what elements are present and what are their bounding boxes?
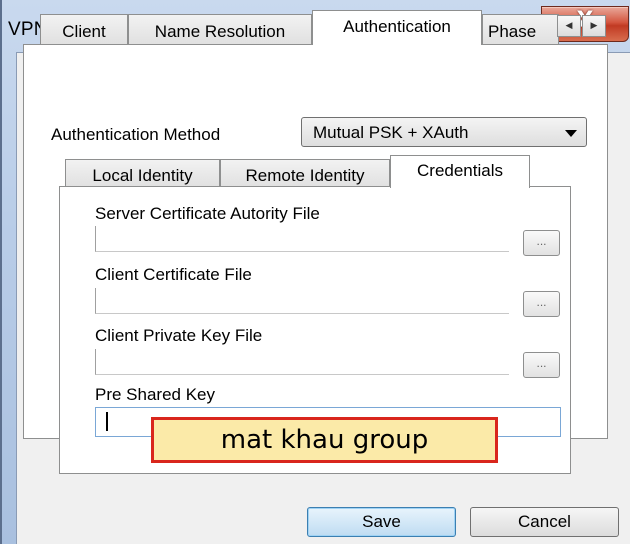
authentication-method-label: Authentication Method [51,125,221,144]
server-ca-label: Server Certificate Autority File [95,204,320,223]
text-caret [106,412,108,431]
tab-credentials[interactable]: Credentials [390,155,530,188]
tab-phase[interactable]: Phase [482,14,559,45]
tab-name-resolution[interactable]: Name Resolution [128,14,312,45]
psk-label: Pre Shared Key [95,385,216,404]
server-ca-input[interactable] [95,226,509,252]
tab-label: Authentication [343,17,451,36]
tab-label: Local Identity [92,166,193,185]
tab-label: Client [62,22,106,41]
tab-remote-identity[interactable]: Remote Identity [220,159,390,188]
tab-label: Phase [488,22,537,41]
browse-label: ... [536,295,547,309]
tab-scroll-buttons: ◀ ▶ [557,15,607,37]
dropdown-arrow-icon [565,130,577,137]
vpn-config-window: VPN Site Configuration X Client Name Res… [0,0,630,544]
scroll-right-icon[interactable]: ▶ [582,15,606,37]
cancel-button[interactable]: Cancel [470,507,619,537]
client-key-label: Client Private Key File [95,326,263,345]
save-label: Save [362,512,401,531]
tab-label: Name Resolution [154,22,286,41]
scroll-left-icon[interactable]: ◀ [557,15,581,37]
tab-local-identity[interactable]: Local Identity [65,159,220,188]
authentication-method-select[interactable]: Mutual PSK + XAuth [301,117,587,147]
browse-label: ... [536,234,547,248]
selected-method: Mutual PSK + XAuth [313,123,469,142]
tab-authentication[interactable]: Authentication [312,10,482,45]
tab-label: Remote Identity [245,166,365,185]
cancel-label: Cancel [518,512,571,531]
client-cert-input[interactable] [95,288,509,314]
annotation-text: mat khau group [220,425,429,455]
client-cert-label: Client Certificate File [95,265,252,284]
server-ca-browse-button[interactable]: ... [523,230,560,256]
tab-label: Credentials [417,161,503,180]
client-key-browse-button[interactable]: ... [523,352,560,378]
client-key-input[interactable] [95,349,509,375]
client-cert-browse-button[interactable]: ... [523,291,560,317]
browse-label: ... [536,356,547,370]
annotation-callout: mat khau group [151,417,498,463]
save-button[interactable]: Save [307,507,456,537]
tab-client[interactable]: Client [40,14,128,45]
